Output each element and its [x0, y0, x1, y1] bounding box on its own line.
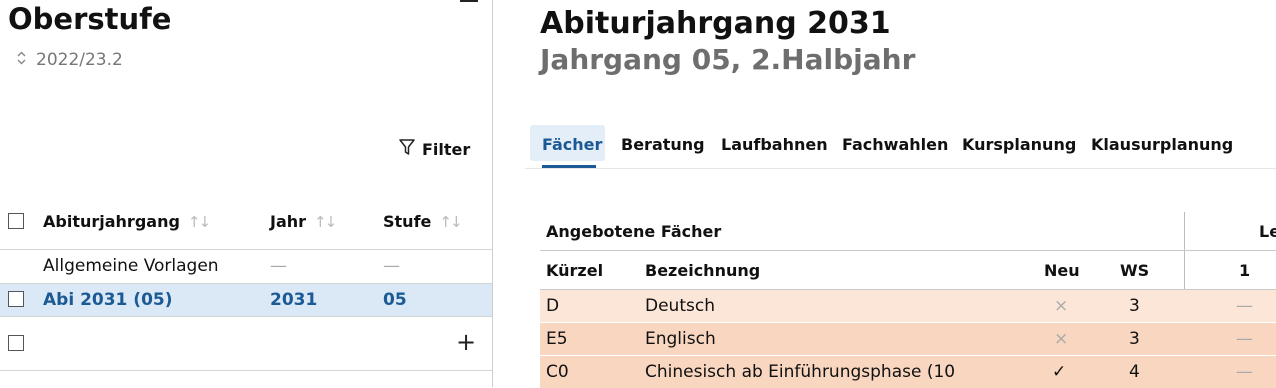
panel-divider[interactable] — [492, 0, 493, 387]
row-ws: 3 — [1129, 296, 1140, 316]
col-header-kuerzel[interactable]: Kürzel — [546, 261, 603, 280]
row-kuerzel: D — [546, 296, 560, 316]
filter-button[interactable]: Filter — [398, 138, 470, 160]
table-row-name[interactable]: Abi 2031 (05) — [43, 290, 173, 310]
tab-beratung[interactable]: Beratung — [621, 135, 705, 154]
row-col1[interactable]: — — [1236, 329, 1253, 349]
filter-icon — [398, 138, 416, 160]
table-row-jahr: 2031 — [270, 290, 318, 310]
divider — [0, 370, 492, 371]
table-group-header: Angebotene Fächer — [546, 222, 722, 241]
row-bezeichnung: Englisch — [645, 329, 716, 349]
tab-fachwahlen[interactable]: Fachwahlen — [842, 135, 948, 154]
sort-icon: ↑↓ — [314, 213, 337, 231]
divider — [0, 316, 492, 317]
tab-active-indicator — [542, 165, 596, 168]
col-header-ws[interactable]: WS — [1120, 261, 1149, 280]
divider — [0, 249, 492, 250]
row-ws: 3 — [1129, 329, 1140, 349]
row-col1[interactable]: — — [1236, 362, 1253, 382]
close-icon[interactable]: × — [1054, 296, 1068, 316]
col-header-bezeichnung[interactable]: Bezeichnung — [645, 261, 760, 280]
sort-icon: ↑↓ — [187, 213, 211, 231]
row-ws: 4 — [1129, 362, 1140, 382]
term-label: 2022/23.2 — [36, 50, 123, 70]
row-kuerzel: E5 — [546, 329, 568, 349]
row-checkbox[interactable] — [8, 291, 24, 307]
table-row-stufe: — — [383, 256, 400, 276]
table-row-jahr: — — [270, 256, 287, 276]
add-icon[interactable]: + — [456, 328, 476, 356]
chevron-updown-icon — [16, 51, 30, 69]
page-title: Abiturjahrgang 2031 — [540, 6, 891, 41]
app-title: Oberstufe — [8, 2, 172, 36]
col-header-stufe[interactable]: Stufe ↑↓ — [383, 212, 463, 231]
table-row-stufe: 05 — [383, 290, 407, 310]
col-header-neu[interactable]: Neu — [1044, 261, 1080, 280]
tab-kursplanung[interactable]: Kursplanung — [962, 135, 1076, 154]
minimize-icon[interactable] — [460, 0, 478, 2]
page-subtitle: Jahrgang 05, 2.Halbjahr — [540, 43, 916, 76]
row-bezeichnung: Deutsch — [645, 296, 715, 316]
tab-faecher[interactable]: Fächer — [542, 135, 602, 154]
table-row-name[interactable]: Allgemeine Vorlagen — [43, 256, 219, 276]
row-col1[interactable]: — — [1236, 296, 1253, 316]
col-header-jahr[interactable]: Jahr ↑↓ — [270, 212, 337, 231]
check-icon[interactable]: ✓ — [1052, 362, 1066, 382]
col-header-abiturjahrgang[interactable]: Abiturjahrgang ↑↓ — [43, 212, 211, 231]
sort-icon: ↑↓ — [439, 213, 462, 231]
divider — [540, 250, 1276, 251]
close-icon[interactable]: × — [1054, 329, 1068, 349]
col-header-1[interactable]: 1 — [1239, 261, 1250, 280]
new-row-checkbox[interactable] — [8, 335, 24, 351]
row-bezeichnung: Chinesisch ab Einführungsphase (10 — [645, 362, 956, 382]
sidebar: Oberstufe 2022/23.2 Filter Abiturjahrgan… — [0, 0, 492, 387]
term-selector[interactable]: 2022/23.2 — [16, 50, 123, 70]
divider — [0, 283, 492, 284]
filter-label: Filter — [422, 139, 471, 159]
table-group-header-right: Le — [1259, 222, 1276, 241]
tabs-divider — [525, 168, 1276, 169]
select-all-checkbox[interactable] — [8, 213, 24, 229]
row-kuerzel: C0 — [546, 362, 569, 382]
tab-laufbahnen[interactable]: Laufbahnen — [721, 135, 828, 154]
tab-klausurplanung[interactable]: Klausurplanung — [1091, 135, 1233, 154]
